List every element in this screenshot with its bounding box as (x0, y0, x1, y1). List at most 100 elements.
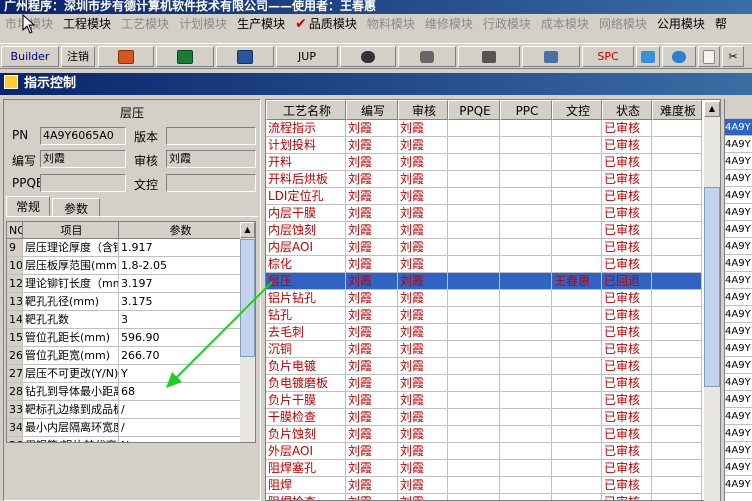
grid-scrollbar[interactable]: ▲ (704, 101, 720, 501)
module-menu-item[interactable]: 网络模块 (594, 14, 652, 34)
eye-button[interactable] (340, 46, 396, 67)
calendar-button[interactable] (636, 46, 660, 67)
process-author-cell: 刘霞 (346, 205, 398, 222)
process-header-cell[interactable]: 难度板 (652, 100, 702, 120)
module-menu-item[interactable]: 计划模块 (174, 14, 232, 34)
process-header-cell[interactable]: 工艺名称 (266, 100, 346, 120)
ppt-button[interactable] (98, 46, 154, 67)
process-name-cell: 去毛刺 (266, 324, 346, 341)
module-menu-item[interactable]: 公用模块 (652, 14, 710, 34)
module-menu-item[interactable]: 物料模块 (362, 14, 420, 34)
module-menu-item[interactable]: 行政模块 (478, 14, 536, 34)
process-review-cell: 刘霞 (398, 273, 448, 290)
process-ppc-cell (500, 375, 552, 392)
review-field[interactable]: 刘霞 (166, 150, 256, 168)
process-doc-cell (552, 222, 602, 239)
pn-list-item[interactable]: 4A9Y (725, 442, 752, 459)
param-no-cell: 26 (7, 347, 23, 365)
pn-list-item[interactable]: 4A9Y (725, 221, 752, 238)
pn-list-item[interactable]: 4A9Y (725, 272, 752, 289)
process-header-cell[interactable]: 状态 (602, 100, 652, 120)
module-menu-item[interactable]: 帮 (710, 14, 732, 34)
pn-field[interactable]: 4A9Y6065A0 (40, 127, 126, 145)
param-header-cell[interactable]: 项目 (23, 222, 119, 239)
param-header-cell[interactable]: 参数 (119, 222, 241, 239)
param-scroll-up[interactable]: ▲ (240, 222, 255, 238)
process-name-cell: 负片蚀刻 (266, 426, 346, 443)
document-button[interactable] (698, 46, 720, 67)
builder-button[interactable]: Builder (1, 46, 59, 67)
process-ppqe-cell (448, 477, 500, 494)
process-doc-cell (552, 307, 602, 324)
version-field[interactable] (166, 127, 256, 145)
param-scrollbar[interactable]: ▲ (240, 222, 255, 442)
process-header-cell[interactable]: 编写 (346, 100, 398, 120)
author-field[interactable]: 刘霞 (40, 150, 126, 168)
tab-general[interactable]: 常规 (6, 196, 50, 216)
pn-list-item[interactable]: 4A9Y (725, 204, 752, 221)
process-review-cell: 刘霞 (398, 375, 448, 392)
param-scroll-thumb[interactable] (240, 239, 255, 357)
pn-list-item[interactable]: 4A9Y (725, 391, 752, 408)
jup-button[interactable]: JUP (276, 46, 338, 67)
process-header-cell[interactable]: PPC (500, 100, 552, 120)
database-button[interactable] (398, 46, 456, 67)
pn-list-item[interactable]: 4A9Y (725, 170, 752, 187)
pn-list-item[interactable]: 4A9Y (725, 306, 752, 323)
process-header-cell[interactable]: PPQE (448, 100, 500, 120)
pn-list-item[interactable]: 4A9Y (725, 289, 752, 306)
process-name-cell: 内层干膜 (266, 205, 346, 222)
process-header-cell[interactable]: 文控 (552, 100, 602, 120)
excel-button[interactable] (156, 46, 214, 67)
pn-list-item[interactable]: 4A9Y (725, 255, 752, 272)
pn-list-item[interactable]: 4A9Y (725, 238, 752, 255)
word-button[interactable] (216, 46, 274, 67)
pn-list-item[interactable]: 4A9Y (725, 425, 752, 442)
process-doc-cell (552, 460, 602, 477)
globe-button[interactable] (662, 46, 696, 67)
module-menu-label: 网络模块 (598, 17, 647, 31)
process-review-cell: 刘霞 (398, 426, 448, 443)
tab-params[interactable]: 参数 (52, 198, 100, 218)
module-menu-item[interactable]: 工艺模块 (116, 14, 174, 34)
logout-button[interactable]: 注销 (61, 46, 95, 67)
process-review-cell: 刘霞 (398, 409, 448, 426)
network-button[interactable] (458, 46, 520, 67)
process-author-cell: 刘霞 (346, 171, 398, 188)
module-menu-item[interactable]: 工程模块 (58, 14, 116, 34)
pn-list-item[interactable]: 4A9Y (725, 476, 752, 493)
pn-list-item[interactable]: 4A9Y (725, 357, 752, 374)
scissors-button[interactable]: ✂ (722, 46, 744, 67)
window-title: 广州程序：深圳市步有德计算机软件技术有限公司——使用者：王春惠 (4, 0, 377, 13)
pn-list-item[interactable]: 4A9Y (725, 459, 752, 476)
ppqe-field[interactable] (40, 174, 126, 192)
process-header-cell[interactable]: 审核 (398, 100, 448, 120)
process-ppqe-cell (448, 171, 500, 188)
param-no-cell: 14 (7, 311, 23, 329)
process-grid: 工艺名称 编写 审核 PPQE PPC 文控 状态 难度板 流程指示 刘霞 刘霞 已审核 计划投料 刘霞刘… (265, 99, 721, 501)
pn-list-item[interactable]: 4A9Y (725, 408, 752, 425)
doc-field[interactable] (166, 174, 256, 192)
process-level-cell (652, 239, 702, 256)
param-header-cell[interactable]: NO (7, 222, 23, 239)
process-ppc-cell (500, 341, 552, 358)
pn-list-item[interactable]: 4A9Y (725, 323, 752, 340)
pn-list-item[interactable]: 4A9Y (725, 119, 752, 136)
pn-list-item[interactable]: 4A9Y (725, 136, 752, 153)
printer-icon (544, 51, 558, 63)
pn-list-item[interactable]: 4A9Y (725, 153, 752, 170)
process-author-cell: 刘霞 (346, 239, 398, 256)
module-menu-item[interactable]: 生产模块 (232, 14, 290, 34)
grid-scroll-thumb[interactable] (704, 187, 720, 387)
grid-scroll-up[interactable]: ▲ (704, 101, 720, 117)
printer-button[interactable] (522, 46, 580, 67)
spc-button[interactable]: SPC (582, 46, 634, 67)
module-menu-item[interactable]: 成本模块 (536, 14, 594, 34)
param-no-cell: 33 (7, 401, 23, 419)
pn-list-item[interactable]: 4A9Y (725, 187, 752, 204)
module-menu-item[interactable]: ✔ 品质模块 (290, 14, 362, 34)
module-menu-item[interactable]: 维修模块 (420, 14, 478, 34)
pn-list-item[interactable]: 4A9Y (725, 340, 752, 357)
pn-list-item[interactable]: 4A9Y (725, 374, 752, 391)
module-menu-label: 生产模块 (237, 17, 286, 31)
